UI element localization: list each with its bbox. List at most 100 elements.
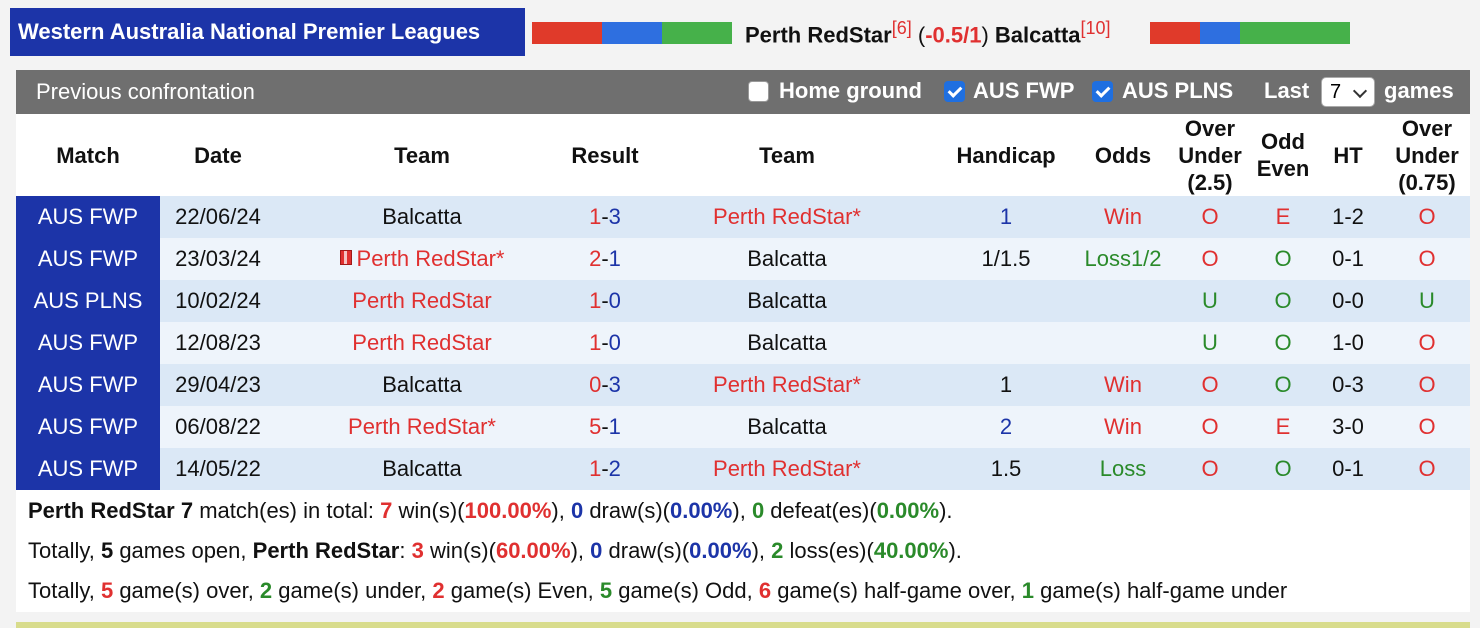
col-header-ht: HT [1312,114,1384,196]
result-cell[interactable]: 2-1 [568,238,642,280]
home-team-cell[interactable]: Perth RedStar [276,280,568,322]
league-title[interactable]: Western Australia National Premier Leagu… [10,8,525,56]
date-cell: 22/06/24 [160,196,276,238]
summary-text: win(s)( [392,498,465,523]
match-cell[interactable]: AUS FWP [16,238,160,280]
away-form-bar [1150,22,1350,44]
away-team: Balcatta [747,330,827,355]
summary-wins: 7 [380,498,393,523]
aus-fwp-checkbox[interactable] [944,81,965,102]
home-team-cell[interactable]: Balcatta [276,364,568,406]
odd-even-cell: O [1254,448,1312,490]
home-score: 5 [589,414,602,439]
match-cell[interactable]: AUS FWP [16,448,160,490]
last-games-select[interactable]: 7 [1321,77,1375,107]
chevron-down-icon [1352,83,1368,99]
panel-title: Previous confrontation [36,79,255,104]
aus-plns-label[interactable]: AUS PLNS [1122,78,1233,104]
home-ground-label[interactable]: Home ground [779,78,922,104]
over-under-cell: O [1166,448,1254,490]
summary-line-2: Totally, 5 games open, Perth RedStar: 3 … [28,538,962,564]
halftime-score: 0-1 [1332,246,1364,271]
match-label: AUS FWP [37,330,139,355]
summary-open-win-pct: 60.00% [495,538,571,563]
table-row[interactable]: AUS PLNS 10/02/24 Perth RedStar 1-0 Balcatta… [16,280,1470,322]
home-team-cell[interactable]: Balcatta [276,448,568,490]
home-team-cell[interactable]: Perth RedStar* [276,238,568,280]
aus-fwp-label[interactable]: AUS FWP [973,78,1074,104]
ht-cell: 0-1 [1312,238,1384,280]
col-header-match: Match [16,114,160,196]
odds-cell: Loss1/2 [1080,238,1166,280]
summary-total: 7 [180,498,194,523]
result-cell[interactable]: 1-2 [568,448,642,490]
home-team-name[interactable]: Perth RedStar [745,22,892,47]
away-team-cell[interactable]: Balcatta [642,406,932,448]
summary-open-draws: 0 [590,538,603,563]
home-team-cell[interactable]: Perth RedStar* [276,406,568,448]
odd-even-value: O [1274,330,1292,355]
table-row[interactable]: AUS FWP 22/06/24 Balcatta 1-3 Perth RedStar*… [16,196,1470,238]
halftime-score: 1-0 [1332,330,1364,355]
match-cell[interactable]: AUS FWP [16,406,160,448]
match-cell[interactable]: AUS PLNS [16,280,160,322]
handicap-cell: 1/1.5 [932,238,1080,280]
summary-text: game(s) half-game over, [771,578,1022,603]
result-cell[interactable]: 0-3 [568,364,642,406]
away-team-cell[interactable]: Balcatta [642,322,932,364]
over-under-cell: O [1166,196,1254,238]
summary-text: Totally, [28,578,101,603]
result-cell[interactable]: 1-0 [568,280,642,322]
table-row[interactable]: AUS FWP 23/03/24 Perth RedStar* 2-1 Balcatta… [16,238,1470,280]
match-cell[interactable]: AUS FWP [16,196,160,238]
away-team-name[interactable]: Balcatta [995,22,1081,47]
ht-cell: 0-3 [1312,364,1384,406]
over-under-value: O [1201,246,1219,271]
odd-even-value: O [1274,288,1292,313]
away-team-cell[interactable]: Perth RedStar* [642,448,932,490]
home-ground-checkbox[interactable] [748,81,769,102]
summary-open-draw-pct: 0.00% [689,538,752,563]
table-row[interactable]: AUS FWP 14/05/22 Balcatta 1-2 Perth RedStar*… [16,448,1470,490]
matchup-header: Perth RedStar[6] (-0.5/1) Balcatta[10] [745,18,1111,48]
table-row[interactable]: AUS FWP 12/08/23 Perth RedStar 1-0 Balcatta U… [16,322,1470,364]
score-separator: - [601,246,609,271]
over-under-value: O [1201,204,1219,229]
result-cell[interactable]: 1-3 [568,196,642,238]
handicap-line: -0.5/1 [925,22,982,48]
odds-cell: Win [1080,196,1166,238]
odd-even-value: O [1274,456,1292,481]
home-team-cell[interactable]: Perth RedStar [276,322,568,364]
score-separator: - [601,414,609,439]
over-under-cell: O [1166,238,1254,280]
handicap-cell: 1.5 [932,448,1080,490]
away-team: Perth RedStar* [713,456,861,481]
match-label: AUS FWP [37,414,139,439]
home-team-rank: [6] [891,18,912,38]
match-cell[interactable]: AUS FWP [16,364,160,406]
home-team: Perth RedStar* [348,414,496,439]
away-team-cell[interactable]: Perth RedStar* [642,196,932,238]
away-score: 2 [608,456,621,481]
odd-even-cell: O [1254,280,1312,322]
summary-open-losses: 2 [771,538,784,563]
home-team: Balcatta [382,204,462,229]
match-label: AUS FWP [37,246,139,271]
result-cell[interactable]: 5-1 [568,406,642,448]
away-team-cell[interactable]: Balcatta [642,238,932,280]
col-header-date: Date [160,114,276,196]
home-score: 2 [589,246,602,271]
home-team-cell[interactable]: Balcatta [276,196,568,238]
summary-text: ), [751,538,772,563]
table-row[interactable]: AUS FWP 06/08/22 Perth RedStar* 5-1 Balcatta… [16,406,1470,448]
over-under-ht-value: O [1418,372,1436,397]
aus-plns-checkbox[interactable] [1092,81,1113,102]
result-cell[interactable]: 1-0 [568,322,642,364]
home-score: 1 [589,330,602,355]
table-row[interactable]: AUS FWP 29/04/23 Balcatta 0-3 Perth RedStar*… [16,364,1470,406]
match-cell[interactable]: AUS FWP [16,322,160,364]
summary-draws: 0 [570,498,584,523]
away-team-cell[interactable]: Balcatta [642,280,932,322]
away-team-cell[interactable]: Perth RedStar* [642,364,932,406]
summary-text: ). [948,538,962,563]
